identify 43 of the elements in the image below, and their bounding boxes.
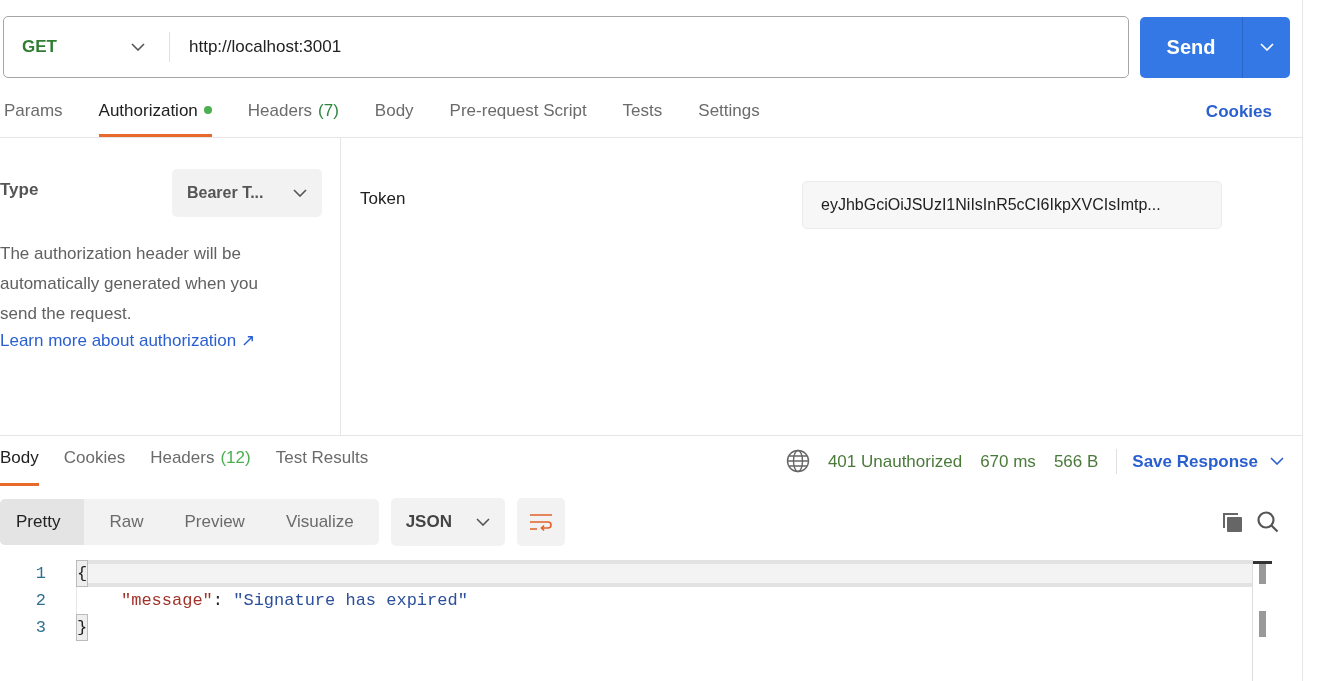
response-time: 670 ms	[980, 450, 1036, 473]
wrap-icon	[528, 512, 553, 532]
request-tab[interactable]: Pre-request Script	[449, 97, 587, 137]
method-dropdown[interactable]: GET	[4, 32, 170, 62]
copy-icon[interactable]	[1220, 510, 1244, 534]
view-mode-tab[interactable]: Pretty	[0, 499, 85, 545]
request-tab[interactable]: Settings	[698, 97, 760, 137]
auth-type-dropdown[interactable]: Bearer T...	[172, 169, 322, 217]
chevron-down-icon	[475, 518, 490, 526]
line-number: 2	[34, 589, 47, 612]
view-mode-tab[interactable]: Raw	[93, 499, 160, 545]
request-tab[interactable]: Tests	[622, 97, 663, 137]
chevron-down-icon	[293, 189, 307, 197]
response-tab[interactable]: Headers (12)	[150, 444, 251, 486]
send-button[interactable]: Send	[1140, 16, 1242, 78]
save-response-button[interactable]: Save Response	[1116, 448, 1284, 474]
request-tab[interactable]: Body	[374, 97, 414, 137]
chevron-down-icon	[131, 43, 145, 51]
format-dropdown[interactable]: JSON	[390, 498, 505, 546]
token-field[interactable]: eyJhbGciOiJSUzI1NiIsInR5cCI6IkpXVCIsImtp...	[802, 181, 1222, 229]
token-label: Token	[360, 188, 406, 210]
cookies-link[interactable]: Cookies	[1205, 98, 1272, 137]
auth-description: The authorization header will be automatically generated when you send the request.	[0, 243, 259, 325]
learn-more-link[interactable]: Learn more about authorization ↗	[0, 329, 322, 353]
request-tab[interactable]: Params	[4, 97, 63, 137]
line-number: 1	[34, 562, 47, 585]
response-tab[interactable]: Body	[0, 444, 39, 486]
status-code: 401 Unauthorized	[827, 450, 963, 473]
view-mode-tab[interactable]: Preview	[168, 499, 261, 545]
url-field[interactable]: GET http://localhost:3001	[3, 16, 1129, 78]
globe-icon[interactable]	[785, 449, 810, 474]
request-tab[interactable]: Authorization	[98, 97, 212, 137]
type-label: Type	[0, 179, 39, 201]
chevron-down-icon	[1270, 457, 1284, 466]
search-icon[interactable]	[1256, 510, 1280, 534]
line-number: 3	[34, 616, 47, 639]
wrap-lines-button[interactable]	[516, 498, 565, 546]
chevron-down-icon	[1259, 43, 1274, 51]
response-tab[interactable]: Test Results	[275, 444, 369, 486]
response-size: 566 B	[1053, 450, 1099, 473]
response-tab[interactable]: Cookies	[63, 444, 126, 486]
request-tab[interactable]: Headers (7)	[247, 97, 339, 137]
view-mode-tab[interactable]: Visualize	[269, 499, 370, 545]
